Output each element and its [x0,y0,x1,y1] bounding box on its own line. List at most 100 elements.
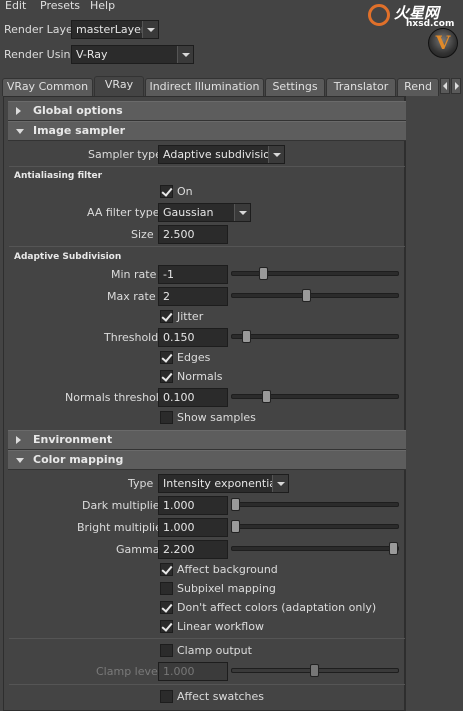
clamp-level-slider-handle[interactable] [310,664,319,677]
expand-arrow-icon [16,107,21,115]
normals-threshold-slider[interactable] [231,394,399,399]
show-samples-label: Show samples [177,411,256,424]
dark-multiplier-slider[interactable] [231,502,399,507]
color-mapping-type-label: Type [128,477,154,490]
gamma-slider[interactable] [231,546,399,551]
tab-bar: VRay Common VRay Indirect Illumination S… [0,76,463,96]
clamp-level-field[interactable]: 1.000 [158,662,228,681]
render-using-value: V-Ray [76,48,108,61]
hxsd-watermark: 火星网 hxsd.com [366,2,462,30]
tab-vray-common[interactable]: VRay Common [2,78,93,96]
size-field[interactable]: 2.500 [158,225,228,244]
normals-checkbox[interactable] [160,370,173,383]
collapse-arrow-icon [16,129,24,134]
chevron-down-icon [268,146,284,163]
arrow-right-icon [455,82,459,90]
max-rate-slider[interactable] [231,293,399,298]
chevron-down-icon [272,475,288,492]
dont-affect-colors-label: Don't affect colors (adaptation only) [177,601,377,614]
gamma-field[interactable]: 2.200 [158,540,228,559]
aa-on-checkbox[interactable] [160,185,173,198]
edges-checkbox[interactable] [160,351,173,364]
normals-threshold-label: Normals threshold [65,391,166,404]
watermark-url: hxsd.com [406,19,455,29]
bright-multiplier-field[interactable]: 1.000 [158,518,228,537]
render-layer-value: masterLayer [76,23,146,36]
sampler-type-label: Sampler type [88,148,162,161]
aa-filter-type-value: Gaussian [163,206,214,219]
section-global-options[interactable]: Global options [8,101,406,121]
tab-scroll-left-button[interactable] [440,78,450,94]
chevron-down-icon [234,204,250,221]
sampler-type-dropdown[interactable]: Adaptive subdivision [158,145,285,164]
menu-presets[interactable]: Presets [40,0,80,12]
section-image-sampler[interactable]: Image sampler [8,121,406,141]
hxsd-logo-icon [368,4,390,26]
gamma-slider-handle[interactable] [389,542,398,555]
section-title: Environment [33,433,113,446]
chevron-down-icon [177,46,193,63]
tab-settings[interactable]: Settings [265,78,325,96]
color-mapping-type-value: Intensity exponential [163,477,280,490]
affect-swatches-checkbox[interactable] [160,690,173,703]
section-color-mapping[interactable]: Color mapping [8,450,406,470]
aa-on-label: On [177,185,193,198]
min-rate-field[interactable]: -1 [158,265,228,284]
dark-multiplier-label: Dark multiplier [82,499,165,512]
expand-arrow-icon [16,436,21,444]
tab-indirect-illumination[interactable]: Indirect Illumination [145,78,264,96]
tab-translator[interactable]: Translator [326,78,396,96]
color-mapping-type-dropdown[interactable]: Intensity exponential [158,474,289,493]
aa-filter-type-dropdown[interactable]: Gaussian [158,203,251,222]
threshold-slider[interactable] [231,334,399,339]
bright-multiplier-slider[interactable] [231,524,399,529]
linear-workflow-checkbox[interactable] [160,620,173,633]
bright-multiplier-slider-handle[interactable] [231,520,240,533]
separator [9,246,405,247]
render-using-label: Render Using [4,48,78,61]
tab-vray[interactable]: VRay [94,76,144,96]
tab-render[interactable]: Rend [397,78,439,96]
render-layer-label: Render Layer [4,23,78,36]
normals-threshold-field[interactable]: 0.100 [158,388,228,407]
min-rate-slider[interactable] [231,271,399,276]
jitter-checkbox[interactable] [160,310,173,323]
separator [9,684,405,685]
aa-filter-type-label: AA filter type [87,206,160,219]
subpixel-mapping-checkbox[interactable] [160,582,173,595]
menu-help[interactable]: Help [90,0,115,12]
collapse-arrow-icon [16,458,24,463]
affect-background-label: Affect background [177,563,278,576]
max-rate-slider-handle[interactable] [302,289,311,302]
tab-scroll-right-button[interactable] [451,78,461,94]
vray-logo-letter: V [435,32,451,54]
sampler-type-value: Adaptive subdivision [163,148,277,161]
vray-logo-icon: V [428,28,458,58]
arrow-left-icon [443,82,447,90]
min-rate-slider-handle[interactable] [259,267,268,280]
dark-multiplier-field[interactable]: 1.000 [158,496,228,515]
bright-multiplier-label: Bright multiplier [77,521,167,534]
max-rate-field[interactable]: 2 [158,287,228,306]
dont-affect-colors-checkbox[interactable] [160,601,173,614]
show-samples-checkbox[interactable] [160,411,173,424]
linear-workflow-label: Linear workflow [177,620,264,633]
subpixel-mapping-label: Subpixel mapping [177,582,276,595]
threshold-field[interactable]: 0.150 [158,328,228,347]
panel-divider [405,96,406,711]
menu-edit[interactable]: Edit [5,0,26,12]
adaptive-subdivision-heading: Adaptive Subdivision [14,252,122,262]
separator [9,638,405,639]
render-using-dropdown[interactable]: V-Ray [71,45,194,64]
section-environment[interactable]: Environment [8,430,406,450]
affect-swatches-label: Affect swatches [177,690,265,703]
clamp-output-checkbox[interactable] [160,644,173,657]
threshold-slider-handle[interactable] [242,330,251,343]
normals-threshold-slider-handle[interactable] [262,390,271,403]
clamp-output-label: Clamp output [177,644,252,657]
separator [9,166,405,167]
chevron-down-icon [142,21,158,38]
dark-multiplier-slider-handle[interactable] [231,498,240,511]
affect-background-checkbox[interactable] [160,563,173,576]
render-layer-dropdown[interactable]: masterLayer [71,20,159,39]
